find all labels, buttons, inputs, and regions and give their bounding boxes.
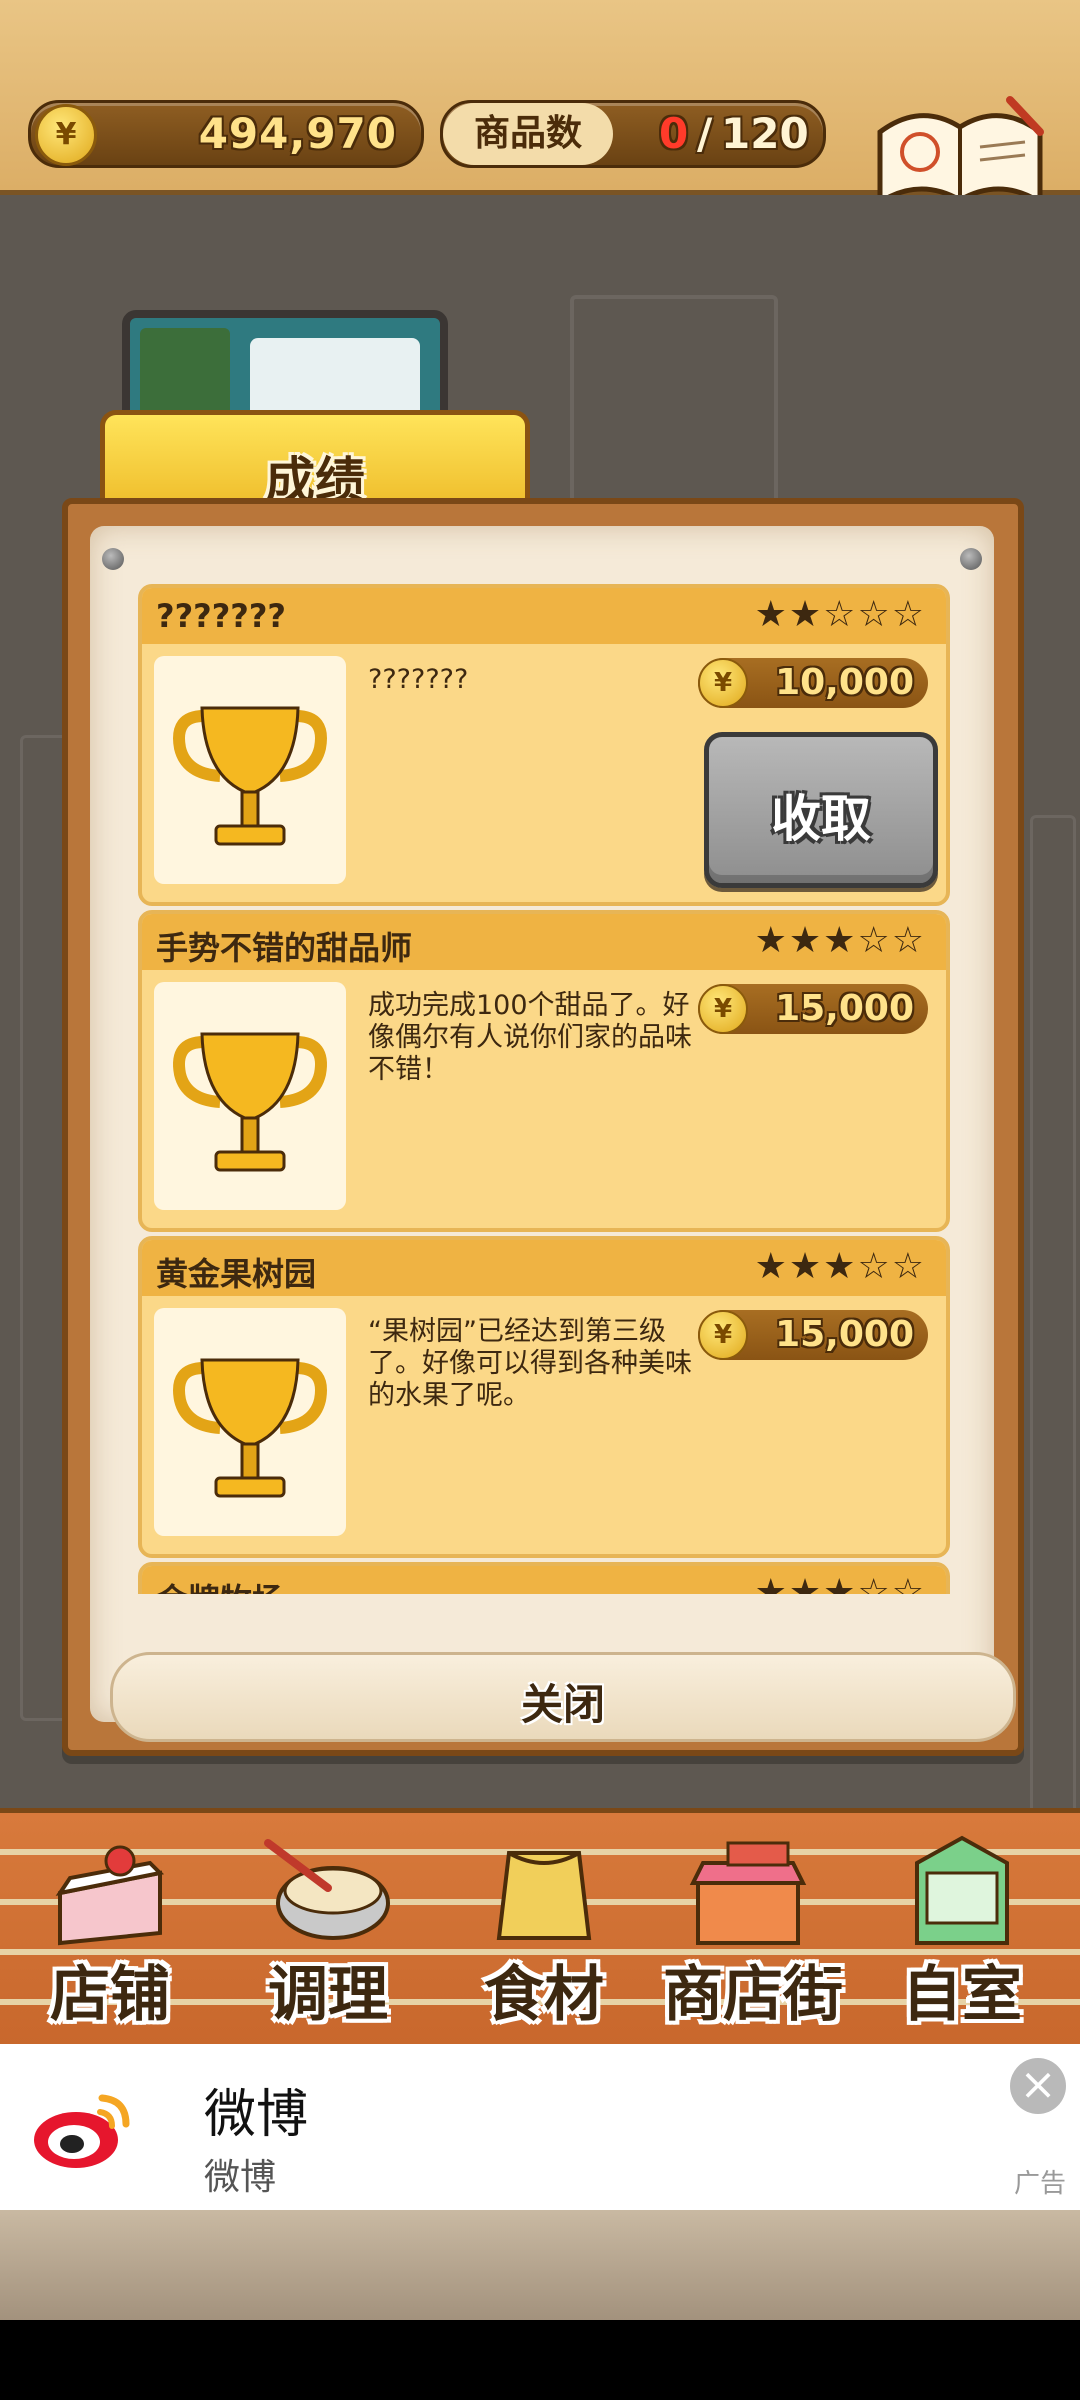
achievement-header: ??????? ★★☆☆☆	[142, 588, 946, 644]
reward-value: 15,000	[775, 988, 914, 1029]
ad-tag: 广告	[1013, 2169, 1066, 2199]
achievement-list[interactable]: ??????? ★★☆☆☆ ??????? ¥ 10,000 收取 手势不错的甜…	[138, 584, 950, 1594]
achievement-card: 手势不错的甜品师 ★★★☆☆ 成功完成100个甜品了。好像偶尔有人说你们家的品味…	[138, 910, 950, 1232]
achievement-description: 成功完成100个甜品了。好像偶尔有人说你们家的品味不错！	[368, 990, 692, 1085]
money-value: 494,970	[198, 109, 397, 158]
product-counter: 商品数 0 / 120	[440, 100, 826, 168]
dialog-paper: ??????? ★★☆☆☆ ??????? ¥ 10,000 收取 手势不错的甜…	[90, 526, 1016, 1742]
nail-icon	[960, 548, 982, 570]
nail-icon	[102, 548, 124, 570]
close-button[interactable]: 关闭	[110, 1652, 1016, 1742]
claim-button[interactable]: 收取	[704, 732, 938, 888]
achievement-title: 黄金果树园	[156, 1255, 317, 1293]
nav-shopping-street[interactable]: 商店街	[648, 1813, 858, 2049]
achievement-description: “果树园”已经达到第三级了。好像可以得到各种美味的水果了呢。	[368, 1316, 692, 1411]
ad-title: 微博	[204, 2085, 309, 2145]
yen-coin-icon: ¥	[698, 984, 748, 1034]
shop-street-icon	[689, 1841, 807, 1945]
close-button-label: 关闭	[520, 1680, 605, 1729]
bottom-navigation: 店铺 调理 食材 商店街 自室	[0, 1808, 1080, 2049]
trophy-icon-box	[154, 982, 346, 1210]
trophy-icon-box	[154, 656, 346, 884]
nav-label: 商店街	[663, 1960, 843, 2030]
weibo-logo-icon	[34, 2094, 130, 2168]
nav-label: 店铺	[50, 1960, 170, 2030]
achievement-header: 金牌牧场 ★★★☆☆	[142, 1566, 946, 1594]
nav-my-room[interactable]: 自室	[862, 1813, 1062, 2049]
achievement-description: ???????	[368, 664, 469, 695]
nav-label: 调理	[268, 1960, 388, 2030]
achievement-title: 金牌牧场	[156, 1575, 284, 1594]
star-rating: ★★★☆☆	[754, 1246, 926, 1287]
star-rating: ★★★☆☆	[754, 920, 926, 961]
nav-cooking[interactable]: 调理	[228, 1813, 428, 2049]
ad-banner[interactable]: 微博 微博 × 广告	[0, 2044, 1080, 2210]
trophy-icon	[173, 706, 327, 846]
top-status-bar: ¥ 494,970 商品数 0 / 120 食谱	[0, 0, 1080, 257]
ad-subtitle: 微博	[204, 2157, 277, 2198]
yen-coin-icon: ¥	[35, 104, 97, 166]
cake-icon	[55, 1845, 165, 1946]
yen-coin-icon: ¥	[698, 1310, 748, 1360]
close-icon[interactable]: ×	[1010, 2058, 1066, 2114]
achievement-card: 金牌牧场 ★★★☆☆	[138, 1562, 950, 1594]
achievement-title: ???????	[156, 597, 286, 635]
product-count-current: 0	[659, 109, 689, 158]
flour-bag-icon	[496, 1851, 592, 1940]
nav-ingredients[interactable]: 食材	[444, 1813, 644, 2049]
star-rating: ★★☆☆☆	[754, 594, 926, 635]
mixing-bowl-icon	[264, 1839, 390, 1940]
achievement-title: 手势不错的甜品师	[156, 929, 413, 967]
game-floor-background	[0, 2210, 1080, 2320]
claim-button-label: 收取	[771, 790, 871, 848]
money-counter: ¥ 494,970	[28, 100, 424, 168]
reward-amount: ¥ 10,000	[698, 658, 928, 708]
reward-amount: ¥ 15,000	[698, 1310, 928, 1360]
background-wall-line	[1030, 815, 1076, 1821]
trophy-icon-box	[154, 1308, 346, 1536]
achievements-dialog: ??????? ★★☆☆☆ ??????? ¥ 10,000 收取 手势不错的甜…	[62, 498, 1024, 1756]
achievement-header: 黄金果树园 ★★★☆☆	[142, 1240, 946, 1296]
achievement-card: ??????? ★★☆☆☆ ??????? ¥ 10,000 收取	[138, 584, 950, 906]
product-count-label: 商品数	[443, 103, 613, 165]
star-rating: ★★★☆☆	[754, 1572, 926, 1594]
product-count-separator: /	[697, 109, 713, 158]
nav-shop[interactable]: 店铺	[10, 1813, 210, 2049]
achievement-header: 手势不错的甜品师 ★★★☆☆	[142, 914, 946, 970]
yen-coin-icon: ¥	[698, 658, 748, 708]
trophy-icon	[173, 1358, 327, 1498]
nav-label: 自室	[902, 1960, 1022, 2030]
reward-value: 10,000	[775, 662, 914, 703]
achievement-card: 黄金果树园 ★★★☆☆ “果树园”已经达到第三级了。好像可以得到各种美味的水果了…	[138, 1236, 950, 1558]
reward-value: 15,000	[775, 1314, 914, 1355]
product-count-max: 120	[721, 109, 809, 158]
nav-label: 食材	[484, 1960, 604, 2030]
staff-only-door-icon	[915, 1835, 1009, 1945]
trophy-icon	[173, 1032, 327, 1172]
reward-amount: ¥ 15,000	[698, 984, 928, 1034]
system-navigation-bar	[0, 2320, 1080, 2400]
